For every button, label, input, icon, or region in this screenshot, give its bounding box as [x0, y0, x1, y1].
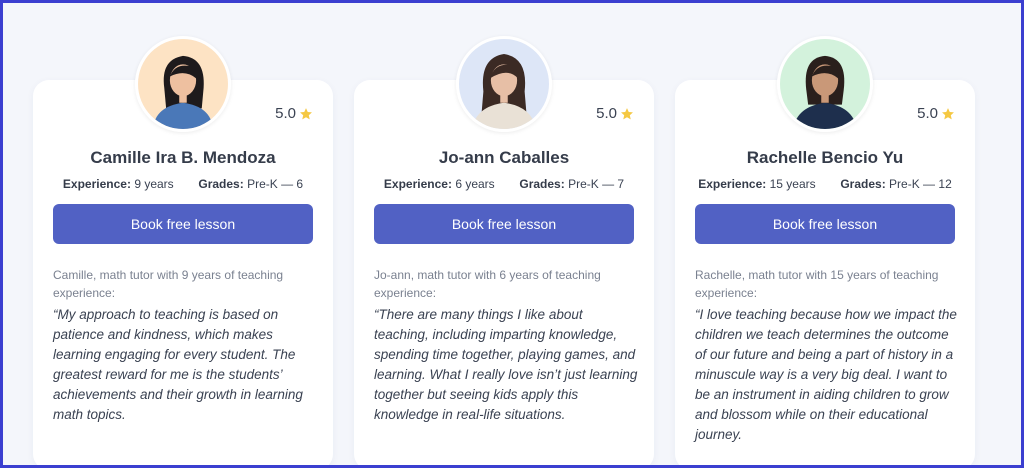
- grades-label: Grades:: [198, 177, 244, 191]
- experience-label: Experience:: [383, 177, 452, 191]
- experience-label: Experience:: [62, 177, 131, 191]
- experience-label: Experience:: [698, 177, 767, 191]
- tutor-meta: Experience: 15 years Grades: Pre-K — 12: [675, 177, 975, 191]
- tutor-quote: “My approach to teaching is based on pat…: [53, 307, 303, 422]
- person-photo-icon: [780, 39, 870, 129]
- grades-value: Pre-K — 6: [247, 177, 304, 191]
- book-free-lesson-button[interactable]: Book free lesson: [53, 204, 313, 244]
- tutor-quote: “There are many things I like about teac…: [374, 307, 638, 422]
- tutor-meta: Experience: 9 years Grades: Pre-K — 6: [33, 177, 333, 191]
- rating-value: 5.0: [275, 105, 296, 122]
- tutor-avatar: [456, 36, 552, 132]
- rating: 5.0: [596, 105, 634, 122]
- experience-value: 6 years: [455, 177, 495, 191]
- rating-value: 5.0: [596, 105, 617, 122]
- rating: 5.0: [275, 105, 313, 122]
- tutor-avatar: [777, 36, 873, 132]
- tutors-section: 5.0 Camille Ira B. Mendoza Experience: 9…: [0, 0, 1024, 468]
- grades-label: Grades:: [519, 177, 565, 191]
- tutor-card: 5.0 Jo-ann Caballes Experience: 6 years …: [354, 36, 654, 465]
- tutor-avatar: [135, 36, 231, 132]
- tutor-quote: “I love teaching because how we impact t…: [695, 307, 957, 442]
- rating: 5.0: [917, 105, 955, 122]
- tutor-intro: Rachelle, math tutor with 15 years of te…: [695, 268, 939, 300]
- book-free-lesson-button[interactable]: Book free lesson: [695, 204, 955, 244]
- tutor-meta: Experience: 6 years Grades: Pre-K — 7: [354, 177, 654, 191]
- tutor-card: 5.0 Camille Ira B. Mendoza Experience: 9…: [33, 36, 333, 465]
- tutor-card: 5.0 Rachelle Bencio Yu Experience: 15 ye…: [675, 36, 975, 465]
- star-icon: [621, 107, 633, 119]
- star-icon: [300, 107, 312, 119]
- grades-value: Pre-K — 7: [568, 177, 625, 191]
- experience-value: 15 years: [769, 177, 816, 191]
- tutor-intro: Jo-ann, math tutor with 6 years of teach…: [374, 268, 601, 300]
- person-photo-icon: [459, 39, 549, 129]
- tutor-name: Camille Ira B. Mendoza: [90, 148, 276, 167]
- person-photo-icon: [138, 39, 228, 129]
- rating-value: 5.0: [917, 105, 938, 122]
- tutor-name: Rachelle Bencio Yu: [746, 148, 904, 167]
- grades-value: Pre-K — 12: [889, 177, 952, 191]
- tutor-name: Jo-ann Caballes: [438, 148, 570, 167]
- book-free-lesson-button[interactable]: Book free lesson: [374, 204, 634, 244]
- tutor-intro: Camille, math tutor with 9 years of teac…: [53, 268, 284, 300]
- grades-label: Grades:: [840, 177, 886, 191]
- star-icon: [942, 107, 954, 119]
- experience-value: 9 years: [134, 177, 174, 191]
